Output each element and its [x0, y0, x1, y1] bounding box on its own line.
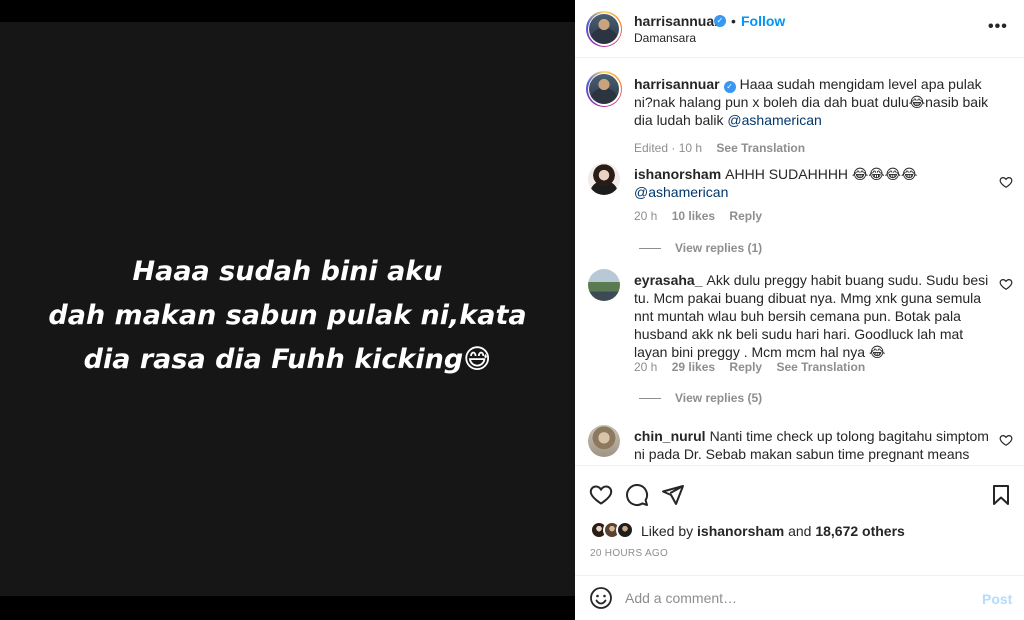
likes-count[interactable]: 18,672 others — [815, 523, 905, 539]
verified-badge-icon: ✓ — [714, 15, 726, 27]
liked-by-user[interactable]: ishanorsham — [697, 523, 784, 539]
emoji-icon[interactable] — [589, 586, 613, 610]
verified-badge-icon: ✓ — [723, 81, 736, 93]
liked-by-middle: and — [784, 523, 816, 539]
author-username[interactable]: harrisannuar — [634, 13, 720, 29]
post-timestamp[interactable]: 20 HOURS AGO — [590, 548, 668, 559]
commenter-avatar[interactable] — [588, 425, 620, 457]
comment-body: ishanorsham AHHH SUDAHHHH 😂😂😂😂 @ashameric… — [634, 165, 989, 201]
comment-meta: 20 h 10 likes Reply — [634, 209, 773, 223]
separator-dot: • — [731, 13, 736, 29]
caption-mention-link[interactable]: @ashamerican — [727, 112, 821, 128]
commenter-avatar[interactable] — [588, 269, 620, 301]
caption-meta: Edited · 10 h See Translation — [634, 141, 816, 155]
media-caption-text: Haaa sudah bini aku dah makan sabun pula… — [8, 250, 568, 382]
avatar-image — [589, 14, 619, 44]
edited-time: Edited · 10 h — [634, 141, 703, 155]
liked-by-text: Liked by ishanorsham and 18,672 others — [641, 523, 905, 539]
media-caption-line: dia rasa dia Fuhh kicking😅 — [83, 344, 492, 375]
commenter-avatar[interactable] — [588, 163, 620, 195]
post-comment-button[interactable]: Post — [982, 591, 1012, 607]
comment-icon[interactable] — [625, 483, 649, 507]
comment-body: eyrasaha_ Akk dulu preggy habit buang sud… — [634, 271, 989, 361]
comment-likes[interactable]: 29 likes — [672, 360, 715, 374]
share-icon[interactable] — [661, 483, 685, 507]
more-options-icon[interactable]: ••• — [988, 18, 1008, 36]
comment-mention-link[interactable]: @ashamerican — [634, 184, 728, 200]
comment-text: AHHH SUDAHHHH 😂😂😂😂 — [725, 166, 918, 182]
post-header: harrisannuar ✓ • Follow Damansara ••• — [575, 0, 1024, 58]
view-replies-label: View replies (1) — [675, 241, 763, 255]
see-translation-link[interactable]: See Translation — [776, 360, 865, 374]
comment-meta: 20 h 29 likes Reply See Translation — [634, 360, 876, 374]
comment-like-heart-icon[interactable] — [999, 277, 1013, 291]
comment-username[interactable]: eyrasaha_ — [634, 272, 703, 288]
bookmark-icon[interactable] — [989, 483, 1013, 507]
liker-avatar[interactable] — [616, 521, 634, 539]
view-replies-label: View replies (5) — [675, 391, 763, 405]
caption-username[interactable]: harrisannuar — [634, 76, 720, 92]
view-replies-button[interactable]: View replies (1) — [639, 241, 762, 255]
comment-username[interactable]: chin_nurul — [634, 428, 706, 444]
caption-avatar[interactable] — [586, 71, 622, 107]
heart-icon[interactable] — [589, 483, 613, 507]
author-avatar[interactable] — [586, 11, 622, 47]
reply-button[interactable]: Reply — [729, 209, 762, 223]
post-image[interactable]: Haaa sudah bini aku dah makan sabun pula… — [0, 22, 575, 596]
caption-body: harrisannuar ✓ Haaa sudah mengidam level a… — [634, 75, 989, 129]
post-details-panel: harrisannuar ✓ • Follow Damansara ••• ha… — [575, 0, 1024, 620]
comment-like-heart-icon[interactable] — [999, 175, 1013, 189]
comment-input[interactable] — [625, 588, 965, 608]
view-replies-button[interactable]: View replies (5) — [639, 391, 762, 405]
media-caption-line: Haaa sudah bini aku — [132, 256, 443, 287]
avatar-image — [589, 74, 619, 104]
comment-time[interactable]: 20 h — [634, 209, 657, 223]
comment-time[interactable]: 20 h — [634, 360, 657, 374]
comments-list[interactable]: harrisannuar ✓ Haaa sudah mengidam level a… — [575, 59, 1024, 465]
media-caption-line: dah makan sabun pulak ni,kata — [48, 300, 527, 331]
reply-button[interactable]: Reply — [729, 360, 762, 374]
liked-by-prefix: Liked by — [641, 523, 698, 539]
add-comment-bar: Post — [575, 575, 1024, 620]
comment-body: chin_nurul Nanti time check up tolong bag… — [634, 427, 989, 465]
comment-like-heart-icon[interactable] — [999, 433, 1013, 447]
comment-likes[interactable]: 10 likes — [672, 209, 715, 223]
post-actions: Liked by ishanorsham and 18,672 others 2… — [575, 465, 1024, 575]
see-translation-link[interactable]: See Translation — [716, 141, 805, 155]
follow-button[interactable]: Follow — [741, 13, 785, 29]
replies-divider — [639, 248, 661, 250]
avatar-inner — [587, 72, 621, 106]
comment-username[interactable]: ishanorsham — [634, 166, 721, 182]
post-location[interactable]: Damansara — [634, 31, 696, 45]
post-media[interactable]: Haaa sudah bini aku dah makan sabun pula… — [0, 0, 575, 620]
replies-divider — [639, 398, 661, 400]
avatar-inner — [587, 12, 621, 46]
